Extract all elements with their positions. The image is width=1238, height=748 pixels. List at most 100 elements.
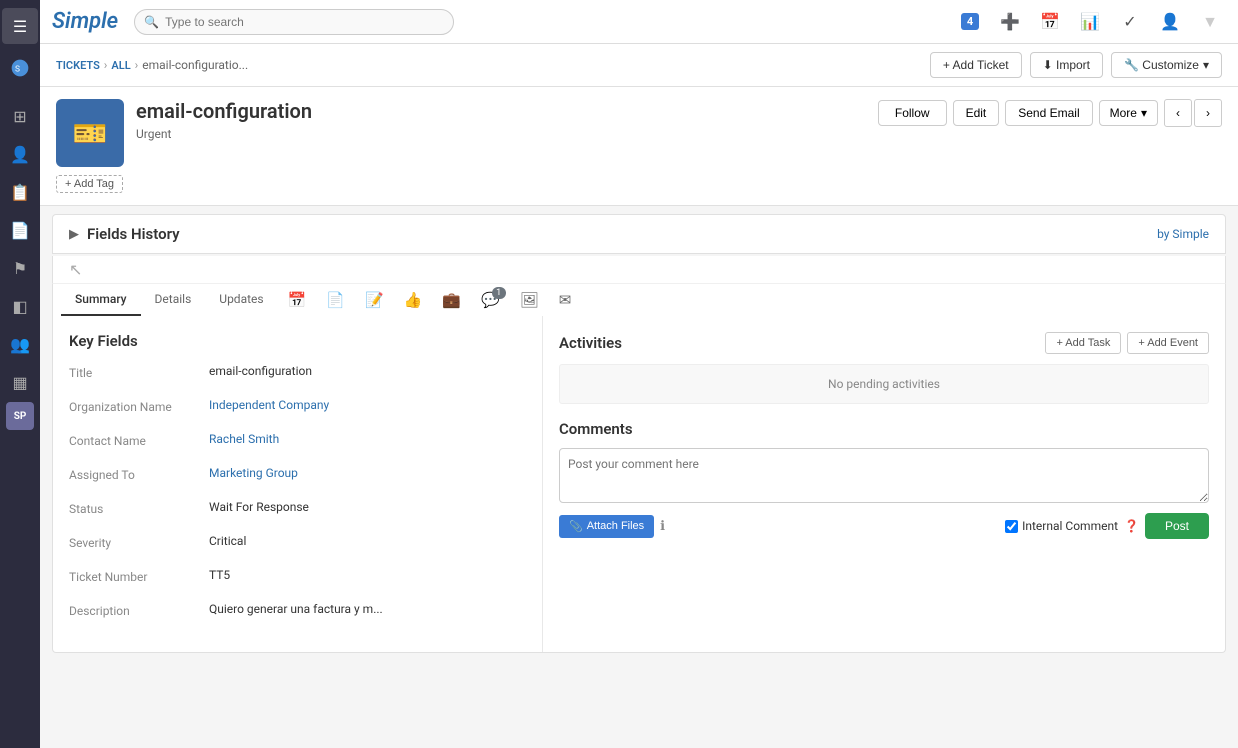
field-label-ticket-num: Ticket Number [69, 568, 209, 584]
section-title: Fields History [87, 225, 180, 243]
post-button[interactable]: Post [1145, 513, 1209, 539]
calendar-icon[interactable]: 📅 [1034, 6, 1066, 38]
top-actions: 4 ➕ 📅 📊 ✓ 👤 ▼ [954, 6, 1226, 38]
right-panel: Activities + Add Task + Add Event No pen… [543, 316, 1225, 652]
attach-icon: 📎 [569, 520, 583, 533]
prev-record-button[interactable]: ‹ [1164, 99, 1192, 127]
tab-document-icon[interactable]: 📄 [316, 285, 355, 315]
notification-badge-icon[interactable]: 4 [954, 6, 986, 38]
import-button[interactable]: ⬇ Import [1030, 52, 1103, 78]
breadcrumb-sep1: › [104, 58, 108, 72]
tab-image-icon[interactable]: 🖼 [510, 285, 549, 315]
record-subtitle: Urgent [136, 127, 312, 141]
next-record-button[interactable]: › [1194, 99, 1222, 127]
tab-updates[interactable]: Updates [205, 284, 277, 316]
record-header: 🎫 email-configuration Urgent Follow Edit… [40, 87, 1238, 206]
tab-email-icon[interactable]: ✉ [549, 285, 582, 315]
nav-docs-icon[interactable]: 📄 [2, 212, 38, 248]
field-value-ticket-num: TT5 [209, 568, 526, 582]
internal-help-icon[interactable]: ❓ [1124, 519, 1139, 533]
activities-title: Activities [559, 334, 622, 352]
section-collapse-icon: ▶ [69, 227, 79, 242]
edit-button[interactable]: Edit [953, 100, 1000, 126]
breadcrumb-all[interactable]: All [111, 59, 130, 72]
record-avatar: 🎫 [56, 99, 124, 167]
field-label-desc: Description [69, 602, 209, 618]
nav-flag-icon[interactable]: ⚑ [2, 250, 38, 286]
top-bar: Simple 🔍 4 ➕ 📅 📊 ✓ 👤 ▼ [40, 0, 1238, 44]
search-icon: 🔍 [144, 15, 159, 29]
record-left: 🎫 email-configuration Urgent [56, 99, 312, 167]
field-row-title: Title email-configuration [69, 364, 526, 388]
check-icon[interactable]: ✓ [1114, 6, 1146, 38]
field-row-org: Organization Name Independent Company [69, 398, 526, 422]
activities-section: Activities + Add Task + Add Event No pen… [559, 332, 1209, 404]
nav-home-icon[interactable]: S [2, 50, 38, 86]
field-label-contact: Contact Name [69, 432, 209, 448]
activities-header: Activities + Add Task + Add Event [559, 332, 1209, 354]
customize-label: 🔧 Customize [1124, 58, 1199, 72]
field-row-severity: Severity Critical [69, 534, 526, 558]
nav-layers-icon[interactable]: ◧ [2, 288, 38, 324]
customize-button[interactable]: 🔧 Customize ▾ [1111, 52, 1222, 78]
tab-edit-doc-icon[interactable]: 📝 [355, 285, 394, 315]
comment-footer-left: 📎 Attach Files ℹ [559, 515, 665, 538]
by-simple-link[interactable]: by Simple [1157, 227, 1209, 241]
tab-briefcase-icon[interactable]: 💼 [432, 285, 471, 315]
field-row-ticket-num: Ticket Number TT5 [69, 568, 526, 592]
nav-contact-icon[interactable]: 👥 [2, 326, 38, 362]
nav-notes-icon[interactable]: 📋 [2, 174, 38, 210]
search-input[interactable] [134, 9, 454, 35]
plus-icon[interactable]: ➕ [994, 6, 1026, 38]
add-ticket-button[interactable]: + Add Ticket [930, 52, 1022, 78]
field-row-desc: Description Quiero generar una factura y… [69, 602, 526, 626]
nav-sp-icon[interactable]: SP [6, 402, 34, 430]
user-icon[interactable]: 👤 [1154, 6, 1186, 38]
record-title: email-configuration [136, 99, 312, 123]
attach-info-icon[interactable]: ℹ [660, 519, 665, 534]
field-value-org[interactable]: Independent Company [209, 398, 526, 412]
attach-files-button[interactable]: 📎 Attach Files [559, 515, 654, 538]
cursor-indicator: ↖ [69, 260, 82, 279]
tab-thumbsup-icon[interactable]: 👍 [394, 285, 433, 315]
field-value-assigned[interactable]: Marketing Group [209, 466, 526, 480]
field-row-assigned: Assigned To Marketing Group [69, 466, 526, 490]
send-email-button[interactable]: Send Email [1005, 100, 1092, 126]
content-area: TICKETS › All › email-configuratio... + … [40, 44, 1238, 748]
tab-details[interactable]: Details [141, 284, 206, 316]
field-label-severity: Severity [69, 534, 209, 550]
scroll-icon[interactable]: ▼ [1194, 6, 1226, 38]
add-tag-button[interactable]: + Add Tag [56, 175, 123, 193]
internal-comment-checkbox[interactable] [1005, 520, 1018, 533]
nav-menu-icon[interactable]: ☰ [2, 8, 38, 44]
chart-icon[interactable]: 📊 [1074, 6, 1106, 38]
comment-textarea[interactable] [559, 448, 1209, 503]
section-toggle[interactable]: ▶ Fields History [69, 225, 180, 243]
breadcrumb-actions: + Add Ticket ⬇ Import 🔧 Customize ▾ [930, 52, 1222, 78]
more-button[interactable]: More ▾ [1099, 100, 1158, 126]
nav-dashboard-icon[interactable]: ⊞ [2, 98, 38, 134]
field-value-desc: Quiero generar una factura y m... [209, 602, 526, 616]
tabs-bar: Summary Details Updates 📅 📄 📝 👍 💼 💬 1 🖼 [52, 283, 1226, 316]
tab-chat-icon[interactable]: 💬 1 [471, 285, 510, 315]
add-event-button[interactable]: + Add Event [1127, 332, 1209, 354]
breadcrumb-sep2: › [135, 58, 139, 72]
field-row-contact: Contact Name Rachel Smith [69, 432, 526, 456]
field-label-org: Organization Name [69, 398, 209, 414]
internal-comment-label[interactable]: Internal Comment [1005, 519, 1118, 533]
no-activities-message: No pending activities [559, 364, 1209, 404]
nav-people-icon[interactable]: 👤 [2, 136, 38, 172]
nav-grid2-icon[interactable]: ▦ [2, 364, 38, 400]
tab-calendar-icon[interactable]: 📅 [278, 285, 317, 315]
main-content: Key Fields Title email-configuration Org… [52, 316, 1226, 653]
breadcrumb-bar: TICKETS › All › email-configuratio... + … [40, 44, 1238, 87]
breadcrumb-tickets[interactable]: TICKETS [56, 59, 100, 72]
tab-summary[interactable]: Summary [61, 284, 141, 316]
field-value-status: Wait For Response [209, 500, 526, 514]
add-task-button[interactable]: + Add Task [1045, 332, 1121, 354]
follow-button[interactable]: Follow [878, 100, 947, 126]
field-value-contact[interactable]: Rachel Smith [209, 432, 526, 446]
record-actions: Follow Edit Send Email More ▾ ‹ › [878, 99, 1222, 127]
field-label-title: Title [69, 364, 209, 380]
ticket-icon: 🎫 [73, 117, 108, 150]
